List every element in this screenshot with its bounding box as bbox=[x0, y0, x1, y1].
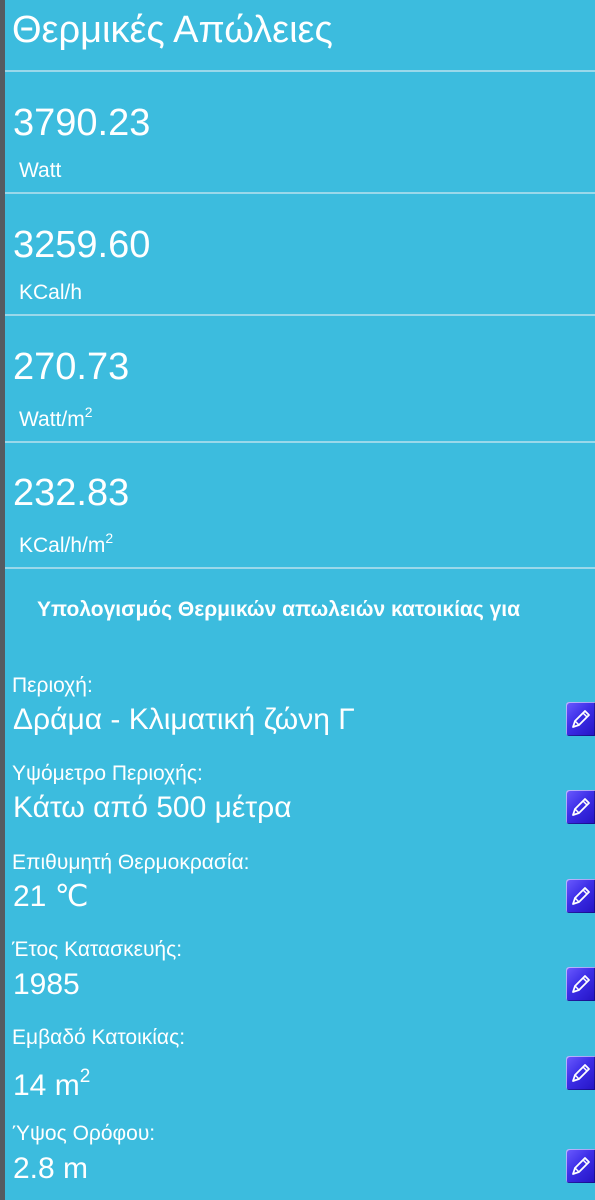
edit-region-button[interactable] bbox=[566, 702, 595, 736]
field-value-floor-height: 2.8 m bbox=[13, 1152, 89, 1185]
divider bbox=[5, 314, 595, 316]
divider bbox=[5, 441, 595, 443]
divider bbox=[5, 192, 595, 194]
divider bbox=[5, 567, 595, 569]
field-label-construction-year: Έτος Κατασκευής: bbox=[12, 938, 183, 961]
edit-altitude-button[interactable] bbox=[566, 790, 595, 824]
field-value-region: Δράμα - Κλιματική ζώνη Γ bbox=[13, 703, 355, 736]
pencil-icon bbox=[572, 710, 590, 728]
pencil-icon bbox=[572, 975, 590, 993]
field-value-temperature: 21 ℃ bbox=[13, 880, 89, 913]
field-label-temperature: Επιθυμητή Θερμοκρασία: bbox=[12, 851, 250, 874]
field-label-floor-height: Ύψος Ορόφου: bbox=[12, 1122, 156, 1145]
field-label-house-area: Εμβαδό Κατοικίας: bbox=[12, 1026, 186, 1049]
field-value-construction-year: 1985 bbox=[13, 968, 80, 1001]
heat-loss-kcal-unit: KCal/h bbox=[19, 281, 83, 304]
field-label-altitude: Υψόμετρο Περιοχής: bbox=[12, 762, 203, 785]
pencil-icon bbox=[572, 1157, 590, 1175]
pencil-icon bbox=[572, 1064, 590, 1082]
heat-loss-watt-per-m2-value: 270.73 bbox=[13, 346, 130, 388]
page-title: Θερμικές Απώλειες bbox=[12, 9, 333, 51]
heat-loss-watt-value: 3790.23 bbox=[13, 102, 151, 144]
edit-floor-height-button[interactable] bbox=[566, 1149, 595, 1183]
heat-loss-kcal-value: 3259.60 bbox=[13, 224, 151, 266]
edit-house-area-button[interactable] bbox=[566, 1056, 595, 1090]
window-left-edge bbox=[0, 0, 5, 1200]
edit-construction-year-button[interactable] bbox=[566, 967, 595, 1001]
heat-loss-kcal-per-m2-unit: KCal/h/m2 bbox=[19, 530, 114, 557]
divider bbox=[5, 70, 595, 72]
heat-loss-watt-per-m2-unit: Watt/m2 bbox=[19, 404, 93, 431]
pencil-icon bbox=[572, 887, 590, 905]
pencil-icon bbox=[572, 798, 590, 816]
section-heading: Υπολογισμός Θερμικών απωλειών κατοικίας … bbox=[37, 598, 521, 621]
heat-loss-watt-unit: Watt bbox=[19, 159, 62, 182]
heat-loss-kcal-per-m2-value: 232.83 bbox=[13, 472, 130, 514]
field-value-house-area: 14 m2 bbox=[13, 1066, 91, 1102]
edit-temperature-button[interactable] bbox=[566, 879, 595, 913]
field-value-altitude: Κάτω από 500 μέτρα bbox=[13, 791, 292, 824]
field-label-region: Περιοχή: bbox=[12, 674, 93, 697]
